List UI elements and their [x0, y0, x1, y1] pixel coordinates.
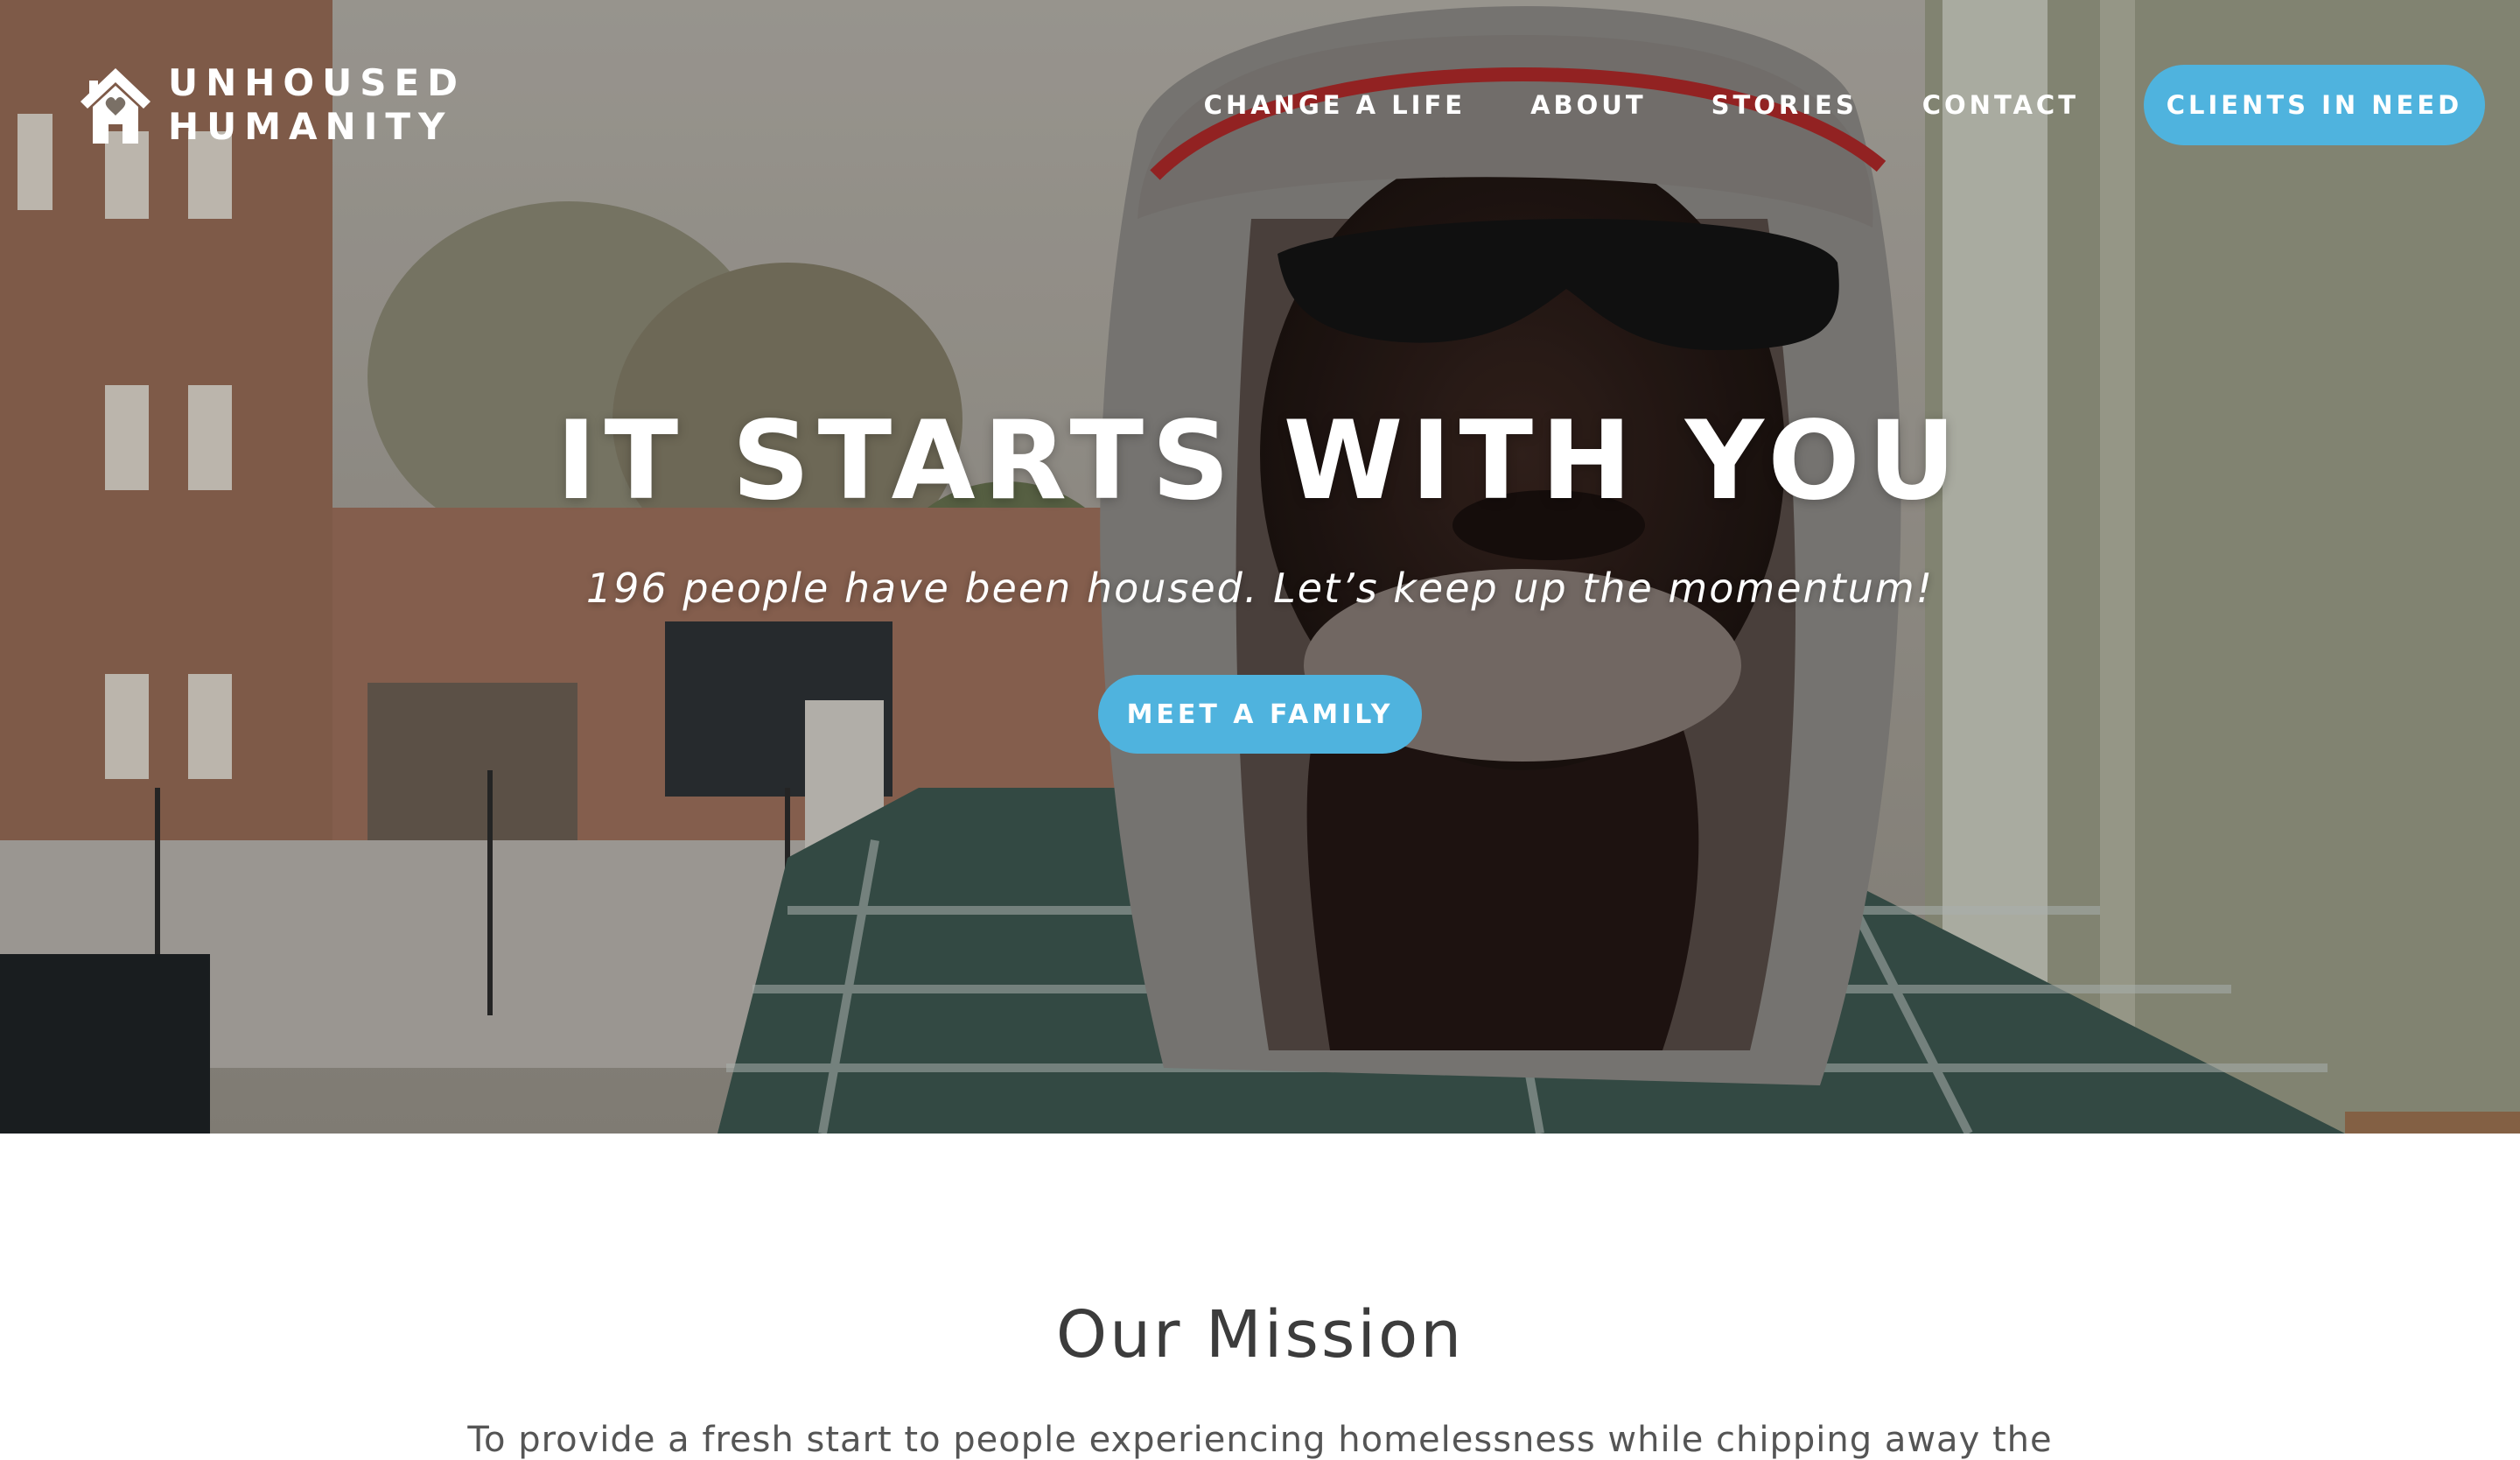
brand-name-line2: HUMANITY [168, 105, 453, 148]
main-nav: CHANGE A LIFE ABOUT STORIES CONTACT CLIE… [1204, 65, 2485, 145]
mission-title: Our Mission [1055, 1297, 1465, 1372]
hero-section: UNHOUSED HUMANITY CHANGE A LIFE ABOUT ST… [0, 0, 2520, 1134]
hero-subtitle: 196 people have been housed. Let’s keep … [585, 565, 1935, 612]
house-heart-icon [80, 68, 150, 144]
nav-item-stories[interactable]: STORIES [1712, 90, 1858, 120]
hero-title: IT STARTS WITH YOU [556, 398, 1964, 524]
nav-item-contact[interactable]: CONTACT [1922, 90, 2079, 120]
brand-name-line1: UNHOUSED [168, 61, 466, 104]
nav-item-change-a-life[interactable]: CHANGE A LIFE [1204, 90, 1466, 120]
brand-name: UNHOUSED HUMANITY [168, 61, 466, 149]
nav-item-about[interactable]: ABOUT [1530, 90, 1647, 120]
mission-text: To provide a fresh start to people exper… [467, 1420, 2053, 1460]
meet-a-family-button[interactable]: MEET A FAMILY [1098, 675, 1422, 754]
brand-logo[interactable]: UNHOUSED HUMANITY [74, 61, 466, 149]
clients-in-need-button[interactable]: CLIENTS IN NEED [2144, 65, 2485, 145]
